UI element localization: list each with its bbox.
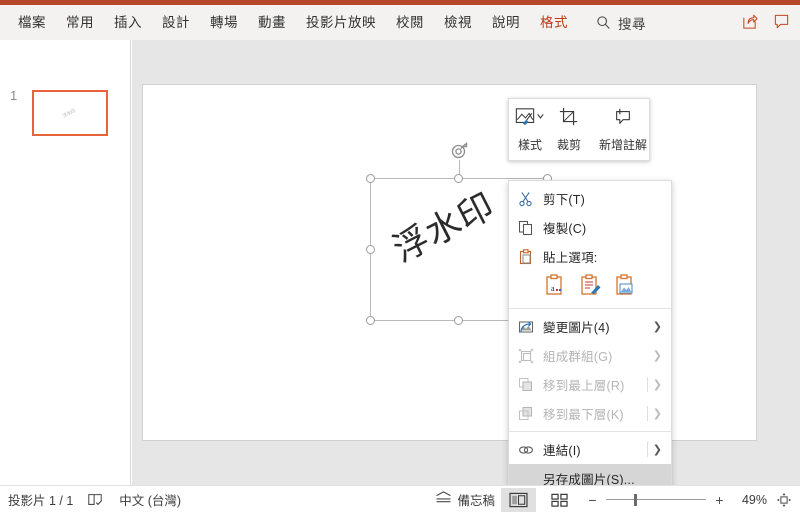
ribbon-tab-bar: 檔案 常用 插入 設計 轉場 動畫 投影片放映 校閱 檢視 說明 格式 搜尋 [0, 5, 800, 40]
context-menu-separator-1 [509, 308, 671, 309]
context-menu-label-change-picture: 變更圖片(4) [543, 321, 610, 335]
mini-toolbar: 樣式 裁剪 新增註解 [508, 98, 650, 161]
context-menu-item-copy[interactable]: 複製(C) [509, 213, 671, 242]
paste-formatting-icon[interactable] [577, 272, 603, 298]
zoom-slider-knob[interactable] [634, 493, 637, 506]
ribbon-tab-home[interactable]: 常用 [56, 8, 104, 38]
accessibility-check-icon[interactable] [87, 492, 103, 508]
watermark-text: 浮水印 [387, 185, 502, 270]
context-menu-item-link[interactable]: 連結(I) ❯ [509, 435, 671, 464]
mini-toolbar-new-comment-button[interactable]: 新增註解 [593, 99, 653, 160]
resize-handle-middle-left[interactable] [366, 244, 375, 254]
change-picture-icon [517, 318, 534, 335]
ribbon-tab-format[interactable]: 格式 [530, 8, 578, 38]
zoom-out-button[interactable]: − [587, 492, 598, 508]
resize-handle-top-left[interactable] [366, 174, 375, 183]
mini-toolbar-new-comment-label: 新增註解 [599, 138, 648, 152]
copy-icon [517, 219, 534, 236]
picture-style-icon [515, 107, 545, 132]
link-icon [517, 441, 534, 458]
ribbon-tab-help[interactable]: 說明 [482, 8, 530, 38]
crop-icon [558, 107, 580, 132]
status-bar: 投影片 1 / 1 中文 (台灣) 備忘稿 − + 49% [0, 485, 800, 513]
chevron-right-icon: ❯ [652, 443, 662, 456]
context-menu-label-paste-options: 貼上選項: [543, 251, 598, 265]
context-menu-item-paste-options: 貼上選項: [509, 242, 671, 271]
rotate-handle-icon[interactable] [450, 142, 468, 160]
context-menu-submenu-divider [647, 377, 648, 392]
mini-toolbar-group-comment: 新增註解 [593, 99, 653, 160]
zoom-in-button[interactable]: + [714, 492, 725, 508]
mini-toolbar-group-picture: 樣式 裁剪 [509, 99, 587, 160]
resize-handle-bottom-middle[interactable] [454, 316, 463, 325]
context-menu-item-send-to-back: 移到最下層(K) ❯ [509, 399, 671, 428]
context-menu-item-bring-to-front: 移到最上層(R) ❯ [509, 370, 671, 399]
notes-icon [435, 490, 452, 509]
context-menu: 剪下(T) 複製(C) 貼上選項: a 變更圖片(4) ❯ 組成群組(G) ❯ … [508, 180, 672, 513]
chevron-right-icon: ❯ [652, 407, 662, 420]
search-label: 搜尋 [618, 16, 646, 32]
search-box[interactable]: 搜尋 [596, 13, 646, 33]
clipboard-icon [517, 248, 534, 265]
context-menu-item-group: 組成群組(G) ❯ [509, 341, 671, 370]
notes-label: 備忘稿 [457, 494, 495, 508]
thumbnail-watermark-preview: 浮水印 [61, 108, 77, 120]
chevron-right-icon: ❯ [652, 378, 662, 391]
context-menu-separator-2 [509, 431, 671, 432]
ribbon-tab-view[interactable]: 檢視 [434, 8, 482, 38]
new-comment-icon [611, 107, 635, 132]
slide-sorter-view-icon[interactable] [542, 488, 577, 512]
scissors-icon [517, 190, 534, 207]
send-to-back-icon [517, 405, 534, 422]
chevron-right-icon: ❯ [652, 320, 662, 333]
context-menu-label-group: 組成群組(G) [543, 350, 613, 364]
paste-picture-icon[interactable] [612, 272, 638, 298]
paste-keep-text-icon[interactable]: a [542, 272, 568, 298]
mini-toolbar-crop-button[interactable]: 裁剪 [551, 99, 587, 160]
share-button[interactable] [736, 8, 762, 34]
svg-text:a: a [551, 284, 555, 293]
context-menu-label-copy: 複製(C) [543, 222, 587, 236]
slide-thumbnail-pane: 1 浮水印 [0, 40, 131, 485]
ribbon-tab-design[interactable]: 設計 [152, 8, 200, 38]
context-menu-item-cut[interactable]: 剪下(T) [509, 184, 671, 213]
context-menu-label-send-to-back: 移到最下層(K) [543, 408, 624, 422]
bring-to-front-icon [517, 376, 534, 393]
context-menu-label-link: 連結(I) [543, 444, 581, 458]
slide-thumbnail-1[interactable]: 浮水印 [32, 90, 108, 136]
mini-toolbar-style-label: 樣式 [517, 138, 542, 152]
paste-options-row: a [509, 271, 671, 305]
context-menu-label-bring-to-front: 移到最上層(R) [543, 379, 625, 393]
group-icon [517, 347, 534, 364]
fit-to-window-icon[interactable] [776, 492, 792, 508]
context-menu-submenu-divider [647, 442, 648, 457]
chevron-right-icon: ❯ [652, 349, 662, 362]
zoom-slider[interactable] [606, 493, 706, 507]
zoom-controls: − + 49% [587, 492, 767, 508]
zoom-level-label[interactable]: 49% [733, 493, 767, 507]
ribbon-right-buttons [736, 8, 794, 34]
comment-button[interactable] [768, 8, 794, 34]
zoom-slider-track [606, 499, 706, 500]
context-menu-submenu-divider [647, 406, 648, 421]
ribbon-tab-slideshow[interactable]: 投影片放映 [296, 8, 386, 38]
context-menu-label-cut: 剪下(T) [543, 193, 585, 207]
ribbon-tab-animations[interactable]: 動畫 [248, 8, 296, 38]
mini-toolbar-style-button[interactable]: 樣式 [509, 99, 551, 160]
mini-toolbar-crop-label: 裁剪 [557, 138, 582, 152]
powerpoint-window: 檔案 常用 插入 設計 轉場 動畫 投影片放映 校閱 檢視 說明 格式 搜尋 1… [0, 0, 800, 513]
ribbon-tab-insert[interactable]: 插入 [104, 8, 152, 38]
search-icon [596, 15, 611, 30]
status-language[interactable]: 中文 (台灣) [119, 490, 181, 509]
ribbon-tab-review[interactable]: 校閱 [386, 8, 434, 38]
resize-handle-top-middle[interactable] [454, 174, 463, 183]
normal-view-icon[interactable] [501, 487, 536, 512]
status-slide-count: 投影片 1 / 1 [8, 494, 74, 508]
ribbon-tab-transitions[interactable]: 轉場 [200, 8, 248, 38]
resize-handle-bottom-left[interactable] [366, 316, 375, 325]
ribbon-tab-file[interactable]: 檔案 [8, 8, 56, 38]
thumbnail-number: 1 [10, 88, 18, 103]
notes-button[interactable]: 備忘稿 [435, 490, 495, 509]
context-menu-item-change-picture[interactable]: 變更圖片(4) ❯ [509, 312, 671, 341]
